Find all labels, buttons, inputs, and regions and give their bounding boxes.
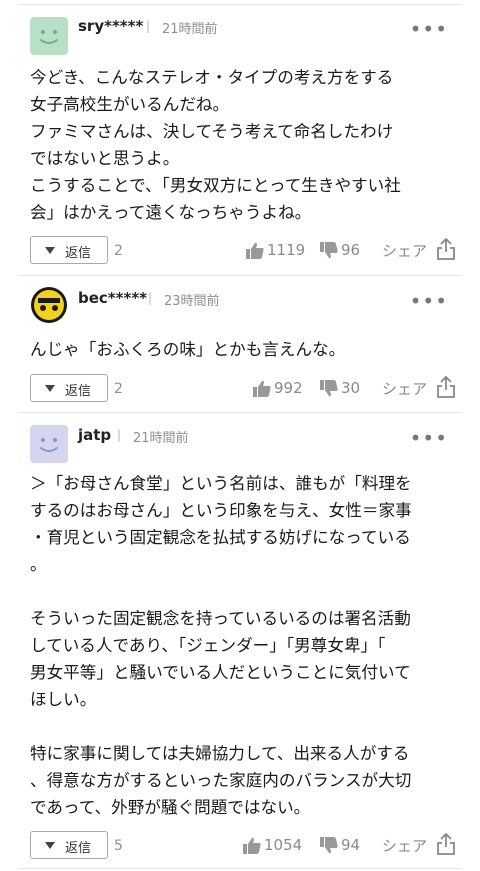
dislike-button[interactable]: 30 (320, 379, 366, 399)
thumbs-up-icon (243, 837, 261, 854)
share-label: シェア (382, 380, 428, 398)
like-button[interactable]: 992 (253, 379, 305, 399)
reply-count: 2 (114, 243, 123, 259)
avatar[interactable] (30, 286, 68, 324)
comment-text: んじゃ「おふくろの味」とかも言えんな。 (30, 340, 346, 359)
custom-yellow-avatar-icon (31, 287, 67, 323)
caret-down-icon (45, 247, 55, 254)
thumbs-down-icon (320, 380, 338, 397)
like-button[interactable]: 1054 (243, 836, 305, 856)
share-button[interactable]: シェア (382, 238, 458, 262)
avatar[interactable] (30, 17, 68, 55)
smiley-face-icon (40, 30, 58, 44)
reply-label: 返信 (65, 841, 92, 856)
username[interactable]: sry***** (78, 17, 143, 35)
username[interactable]: jatp (78, 426, 111, 444)
separator: | (146, 19, 151, 33)
thumbs-down-icon (320, 242, 338, 259)
share-icon (437, 833, 455, 855)
like-count: 1119 (267, 241, 306, 259)
caret-down-icon (45, 385, 55, 392)
username[interactable]: bec***** (78, 289, 147, 307)
share-label: シェア (382, 242, 428, 260)
timestamp: 23時間前 (164, 294, 220, 309)
reply-button[interactable]: 返信 (30, 236, 108, 264)
comment-text: ＞「お母さん食堂」という名前は、誰もが「料理を するのはお母さん」という印象を与… (30, 474, 412, 817)
reply-count: 5 (114, 838, 123, 854)
reply-label: 返信 (65, 246, 92, 261)
reply-button[interactable]: 返信 (30, 374, 108, 402)
thumbs-up-icon (246, 242, 264, 259)
dislike-count: 94 (341, 836, 361, 854)
share-button[interactable]: シェア (382, 376, 458, 400)
like-count: 992 (274, 379, 303, 397)
dislike-button[interactable]: 94 (320, 836, 366, 856)
smiley-face-icon (40, 438, 58, 452)
share-icon (437, 238, 455, 260)
share-button[interactable]: シェア (382, 833, 458, 857)
divider (18, 4, 462, 5)
separator: | (148, 291, 153, 305)
reply-count: 2 (114, 381, 123, 397)
timestamp: 21時間前 (133, 431, 189, 446)
thumbs-up-icon (253, 380, 271, 397)
timestamp: 21時間前 (162, 22, 218, 37)
dislike-count: 30 (341, 379, 361, 397)
like-count: 1054 (264, 836, 303, 854)
divider (18, 868, 462, 869)
divider (18, 275, 462, 276)
share-icon (437, 376, 455, 398)
reply-label: 返信 (65, 384, 92, 399)
thumbs-down-icon (320, 837, 338, 854)
more-options-icon[interactable]: ••• (410, 19, 448, 39)
caret-down-icon (45, 842, 55, 849)
dislike-count: 96 (341, 241, 361, 259)
like-button[interactable]: 1119 (246, 241, 306, 261)
separator: | (117, 428, 122, 442)
reply-button[interactable]: 返信 (30, 831, 108, 859)
more-options-icon[interactable]: ••• (410, 428, 448, 448)
avatar[interactable] (30, 425, 68, 463)
divider (18, 412, 462, 413)
more-options-icon[interactable]: ••• (410, 291, 448, 311)
comment-text: 今どき、こんなステレオ・タイプの考え方をする 女子高校生がいるんだね。 ファミマ… (30, 68, 401, 222)
dislike-button[interactable]: 96 (320, 241, 366, 261)
share-label: シェア (382, 837, 428, 855)
